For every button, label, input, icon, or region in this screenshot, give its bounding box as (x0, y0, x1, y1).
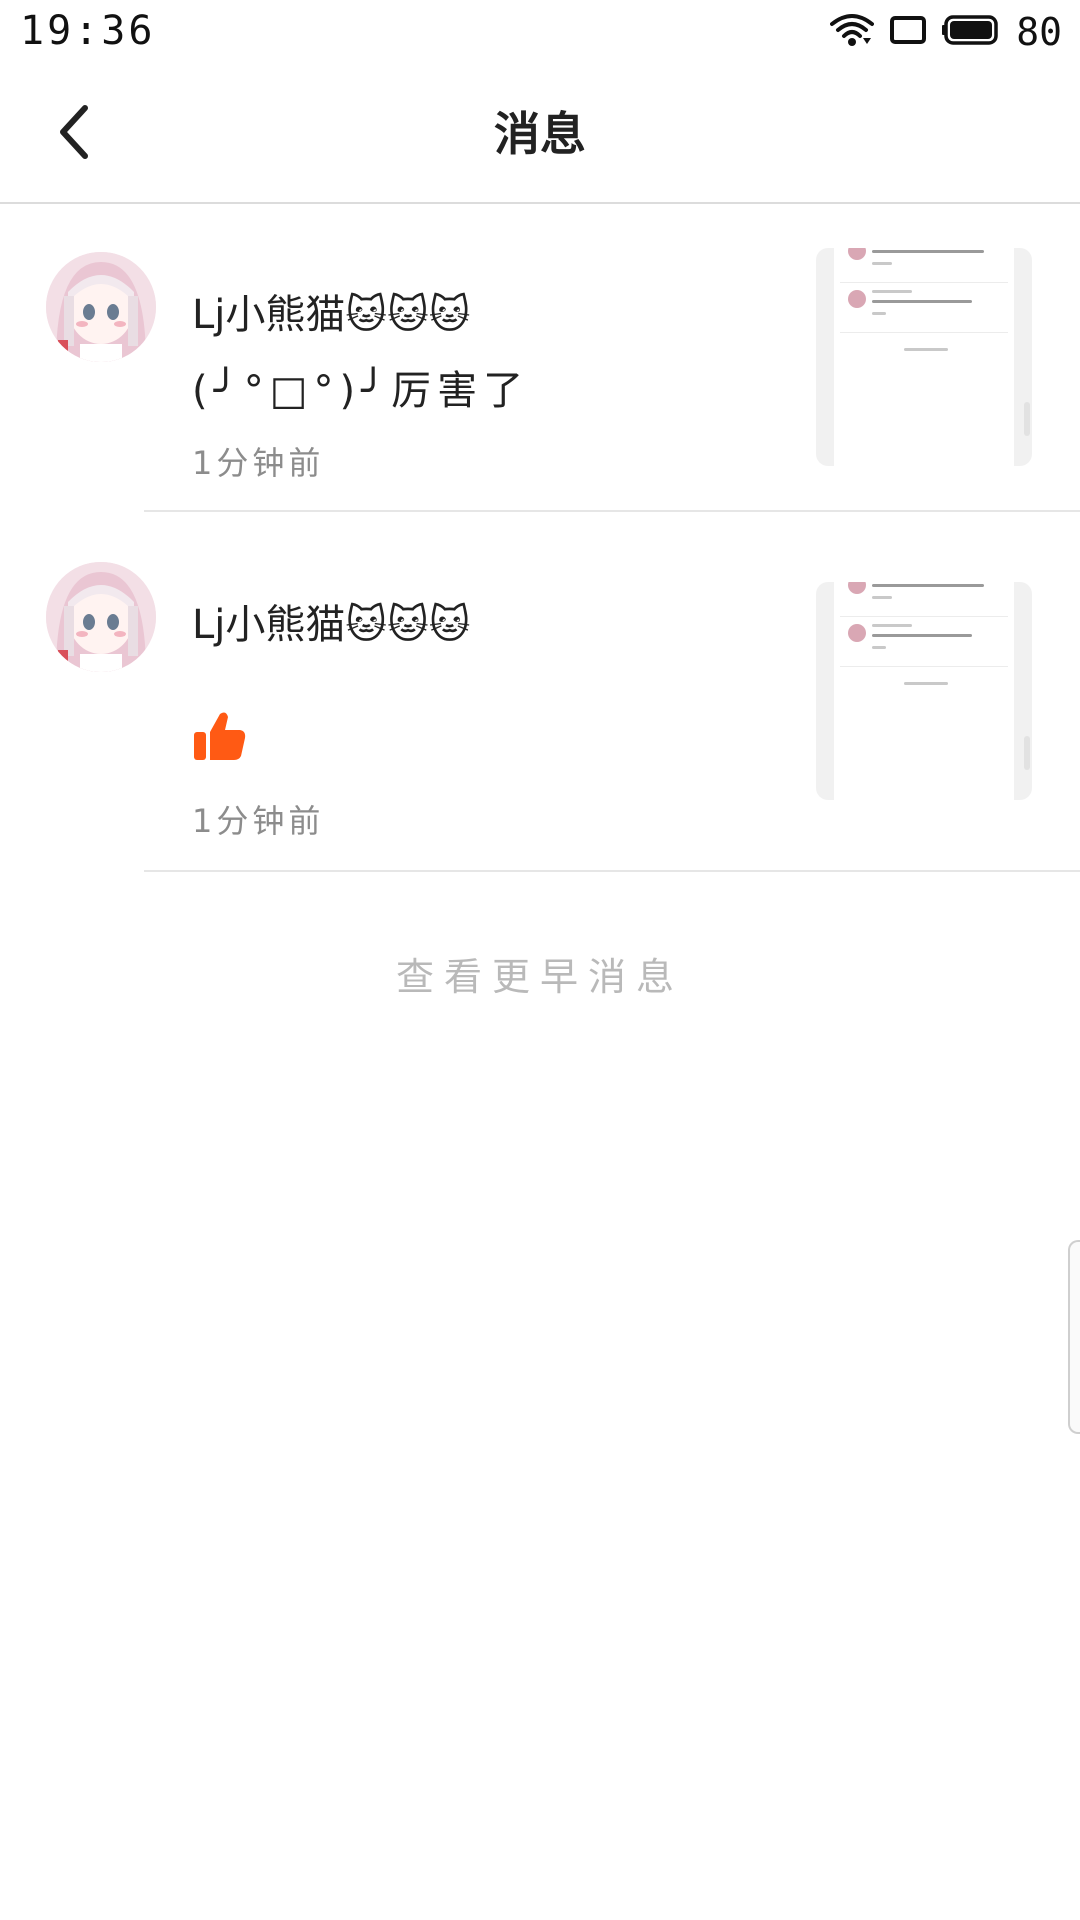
divider (144, 510, 1080, 512)
side-drawer-handle[interactable] (1068, 1240, 1080, 1434)
title-bar: 消息 (0, 64, 1080, 204)
message-item[interactable]: Lj小熊猫🐱🐱🐱 1分钟前 (0, 514, 1080, 872)
status-bar: 19:36 80 (0, 0, 1080, 64)
battery-icon (942, 14, 1002, 50)
screen-rotate-icon (888, 14, 928, 50)
status-time: 19:36 (20, 8, 156, 54)
post-thumbnail[interactable] (816, 582, 1032, 800)
message-item[interactable]: Lj小熊猫🐱🐱🐱 (╯°□°)╯厉害了 1分钟前 (0, 204, 1080, 512)
message-time: 1分钟前 (192, 802, 325, 840)
thumbs-up-icon (192, 712, 248, 774)
avatar[interactable] (46, 562, 156, 672)
status-icons: 80 (830, 10, 1062, 54)
message-content (192, 708, 248, 774)
sender-name: Lj小熊猫🐱🐱🐱 (192, 292, 471, 338)
divider (144, 870, 1080, 872)
page-title: 消息 (494, 107, 586, 161)
thumbnail-page (834, 582, 1014, 800)
view-earlier-messages-button[interactable]: 查看更早消息 (0, 946, 1080, 1001)
sender-name: Lj小熊猫🐱🐱🐱 (192, 602, 471, 648)
post-thumbnail[interactable] (816, 248, 1032, 466)
wifi-icon (830, 12, 875, 52)
message-content: (╯°□°)╯厉害了 (192, 368, 530, 414)
avatar[interactable] (46, 252, 156, 362)
battery-level: 80 (1016, 10, 1062, 54)
message-time: 1分钟前 (192, 444, 325, 482)
thumbnail-page (834, 248, 1014, 466)
